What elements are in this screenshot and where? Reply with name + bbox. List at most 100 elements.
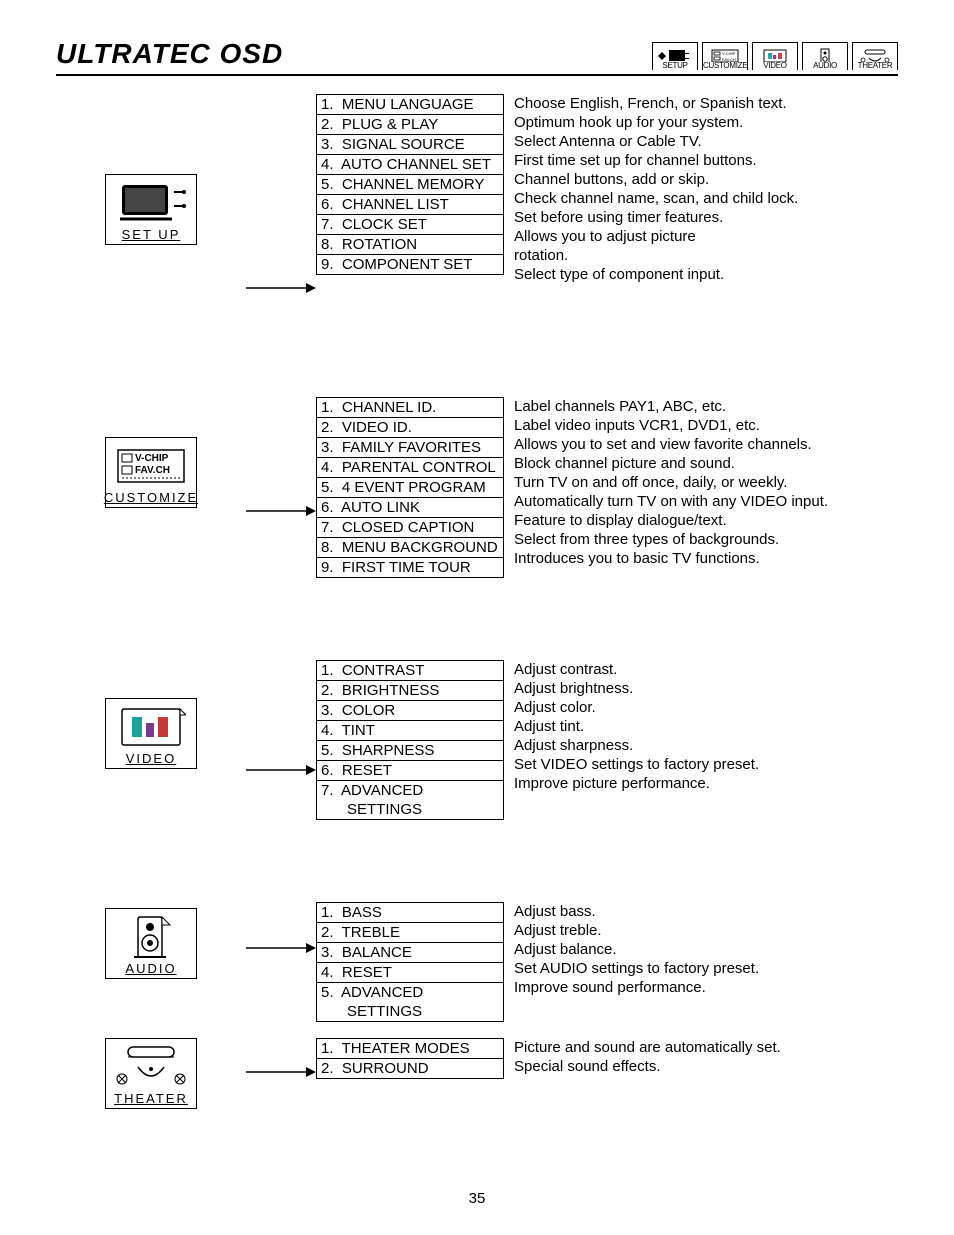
menu-item-text: CHANNEL MEMORY <box>342 176 485 193</box>
svg-text:V-CHIP: V-CHIP <box>722 51 736 56</box>
icon-label: VIDEO <box>126 751 176 766</box>
menu-item-number: 5. <box>321 984 338 1001</box>
menu-item-desc: Adjust color. <box>514 698 898 717</box>
menu-item: 4. PARENTAL CONTROL <box>317 458 503 478</box>
menu-item-desc: Block channel picture and sound. <box>514 454 898 473</box>
menu-item-text: SIGNAL SOURCE <box>342 136 465 153</box>
menu-item-desc: Feature to display dialogue/text. <box>514 511 898 530</box>
menu-item: 7. CLOSED CAPTION <box>317 518 503 538</box>
menu-item-desc: Check channel name, scan, and child lock… <box>514 189 898 208</box>
section-audio: AUDIO1. BASS2. TREBLE3. BALANCE4. RESET5… <box>56 902 898 1024</box>
title-row: ULTRATEC OSD SETUP <box>56 38 898 76</box>
menu-item-desc: Adjust contrast. <box>514 660 898 679</box>
menu-item-desc: Allows you to adjust picture <box>514 227 898 246</box>
menu-item-number: 8. <box>321 539 338 556</box>
icon-label: SET UP <box>122 227 181 242</box>
audio-icon-box: AUDIO <box>105 908 197 979</box>
desc-spacer <box>514 793 898 812</box>
menu-item-desc: Turn TV on and off once, daily, or weekl… <box>514 473 898 492</box>
icon-label: AUDIO <box>125 961 176 976</box>
menu-item-number: 9. <box>321 559 338 576</box>
customize-icon-box: V-CHIPFAV.CHCUSTOMIZE <box>105 437 197 508</box>
menu-item-text: TINT <box>342 722 375 739</box>
top-icon-setup: SETUP <box>652 42 698 70</box>
menu-item-text: ROTATION <box>342 236 417 253</box>
menu-box: 1. THEATER MODES2. SURROUND <box>316 1038 504 1079</box>
menu-item: 3. FAMILY FAVORITES <box>317 438 503 458</box>
top-icon-theater: THEATER <box>852 42 898 70</box>
top-icon-video: VIDEO <box>752 42 798 70</box>
menu-item-desc: Picture and sound are automatically set. <box>514 1038 898 1057</box>
arrow <box>246 437 316 610</box>
menu-item-number: 4. <box>321 722 338 739</box>
menu-item-text: BRIGHTNESS <box>342 682 440 699</box>
menu-item: 9. FIRST TIME TOUR <box>317 558 503 577</box>
menu-item: 5. ADVANCEDSETTINGS <box>317 983 503 1021</box>
setup-icon-box: SET UP <box>105 174 197 245</box>
section-setup: SET UP 1. MENU LANGUAGE2. PLUG & PLAY3. S… <box>56 94 898 347</box>
menu-item: 4. RESET <box>317 963 503 983</box>
menu-item: 2. SURROUND <box>317 1059 503 1078</box>
customize-icon: V-CHIPFAV.CH <box>116 444 186 488</box>
menu-item: 5. 4 EVENT PROGRAM <box>317 478 503 498</box>
menu-item-text: FIRST TIME TOUR <box>342 559 471 576</box>
menu-box: 1. CHANNEL ID.2. VIDEO ID.3. FAMILY FAVO… <box>316 397 504 578</box>
menu-item-desc2: rotation. <box>514 246 898 265</box>
top-icon-customize: V-CHIP FAV.CH CUSTOMIZE <box>702 42 748 70</box>
menu-item: 1. THEATER MODES <box>317 1039 503 1059</box>
menu-item-desc: Select Antenna or Cable TV. <box>514 132 898 151</box>
menu-item-number: 8. <box>321 236 338 253</box>
menu-item-text: MENU LANGUAGE <box>342 96 474 113</box>
desc-col: Label channels PAY1, ABC, etc.Label vide… <box>504 397 898 568</box>
menu-item-text: AUTO CHANNEL SET <box>341 156 491 173</box>
top-icon-audio: AUDIO <box>802 42 848 70</box>
menu-item-desc: Allows you to set and view favorite chan… <box>514 435 898 454</box>
menu-item-desc: Adjust brightness. <box>514 679 898 698</box>
menu-item-number: 1. <box>321 399 338 416</box>
menu-item-desc: Adjust bass. <box>514 902 898 921</box>
menu-box: 1. CONTRAST2. BRIGHTNESS3. COLOR4. TINT5… <box>316 660 504 820</box>
icon-col: THEATER <box>56 1038 246 1109</box>
menu-item-desc: Improve sound performance. <box>514 978 898 997</box>
menu-item-text: CLOSED CAPTION <box>342 519 475 536</box>
menu-item-text: THEATER MODES <box>342 1040 470 1057</box>
menu-item-number: 5. <box>321 176 338 193</box>
menu-item-desc: Select type of component input. <box>514 265 898 284</box>
menu-item-text: PARENTAL CONTROL <box>342 459 496 476</box>
top-icon-label: CUSTOMIZE <box>703 62 747 70</box>
menu-item-number: 4. <box>321 156 338 173</box>
menu-item-sub: SETTINGS <box>321 800 499 819</box>
menu-item: 2. VIDEO ID. <box>317 418 503 438</box>
menu-item-text: FAMILY FAVORITES <box>342 439 481 456</box>
icon-col: VIDEO <box>56 660 246 769</box>
menu-item-number: 1. <box>321 1040 338 1057</box>
menu-item-number: 1. <box>321 662 338 679</box>
desc-col: Adjust bass.Adjust treble.Adjust balance… <box>504 902 898 1016</box>
audio-icon <box>116 915 186 959</box>
section-video: VIDEO1. CONTRAST2. BRIGHTNESS3. COLOR4. … <box>56 660 898 852</box>
menu-item: 1. CHANNEL ID. <box>317 398 503 418</box>
menu-item-text: SHARPNESS <box>342 742 435 759</box>
desc-spacer <box>514 997 898 1016</box>
menu-item-desc: Set AUDIO settings to factory preset. <box>514 959 898 978</box>
menu-item-desc: Adjust treble. <box>514 921 898 940</box>
menu-item-text: CLOCK SET <box>342 216 427 233</box>
menu-item: 1. BASS <box>317 903 503 923</box>
menu-col: 1. CHANNEL ID.2. VIDEO ID.3. FAMILY FAVO… <box>316 397 504 578</box>
menu-item-desc: Adjust tint. <box>514 717 898 736</box>
menu-item-number: 3. <box>321 702 338 719</box>
menu-item-desc: Optimum hook up for your system. <box>514 113 898 132</box>
menu-item: 3. COLOR <box>317 701 503 721</box>
menu-item: 6. RESET <box>317 761 503 781</box>
menu-box: 1. MENU LANGUAGE2. PLUG & PLAY3. SIGNAL … <box>316 94 504 275</box>
arrow <box>246 174 316 347</box>
top-icon-label: VIDEO <box>753 62 797 70</box>
menu-item: 5. CHANNEL MEMORY <box>317 175 503 195</box>
svg-text:V-CHIP: V-CHIP <box>135 453 169 464</box>
menu-item: 7. CLOCK SET <box>317 215 503 235</box>
menu-item-text: BASS <box>342 904 382 921</box>
video-icon-box: VIDEO <box>105 698 197 769</box>
theater-icon-box: THEATER <box>105 1038 197 1109</box>
menu-item-desc: Improve picture performance. <box>514 774 898 793</box>
menu-item-desc: Adjust sharpness. <box>514 736 898 755</box>
